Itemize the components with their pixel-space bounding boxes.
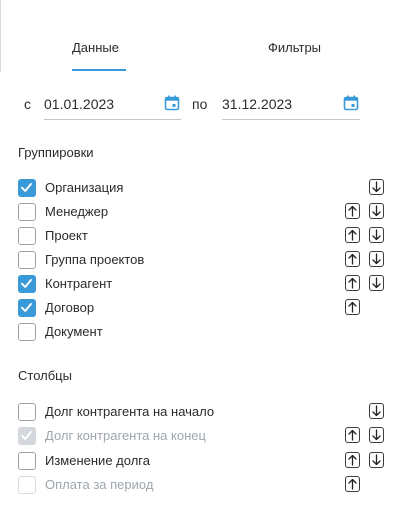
arrow-up-icon — [348, 478, 357, 490]
move-down-button[interactable] — [369, 403, 384, 419]
move-up-button[interactable] — [345, 203, 360, 219]
columns-title: Столбцы — [18, 368, 72, 383]
check-icon — [21, 431, 32, 441]
checkbox[interactable] — [18, 179, 36, 197]
item-label: Договор — [45, 300, 95, 315]
check-icon — [21, 183, 32, 192]
check-icon — [21, 279, 32, 288]
calendar-icon[interactable] — [164, 95, 180, 111]
arrow-down-icon — [372, 405, 381, 417]
date-to-value: 31.12.2023 — [222, 96, 293, 112]
list-item[interactable]: Контрагент — [18, 274, 388, 294]
move-down-button[interactable] — [369, 275, 384, 291]
date-range: с 01.01.2023 по 31.12.2023 — [0, 94, 400, 120]
move-down-button[interactable] — [369, 427, 384, 444]
list-item[interactable]: Долг контрагента на начало — [18, 402, 388, 422]
calendar-icon[interactable] — [343, 95, 359, 111]
move-up-button[interactable] — [345, 299, 360, 315]
checkbox[interactable] — [18, 275, 36, 293]
tab-filters[interactable]: Фильтры — [268, 40, 321, 72]
tab-data[interactable]: Данные — [72, 40, 119, 72]
date-to-field[interactable]: 31.12.2023 — [222, 94, 360, 120]
move-up-button[interactable] — [345, 227, 360, 243]
arrow-up-icon — [348, 430, 357, 441]
list-item[interactable]: Проект — [18, 226, 388, 246]
active-tab-indicator — [72, 69, 126, 71]
list-item[interactable]: Изменение долга — [18, 451, 388, 471]
list-item[interactable]: Документ — [18, 322, 388, 342]
date-from-prefix: с — [24, 96, 31, 112]
move-up-button[interactable] — [345, 427, 360, 444]
list-item[interactable]: Организация — [18, 178, 388, 198]
list-item[interactable]: Группа проектов — [18, 250, 388, 270]
item-label: Изменение долга — [45, 452, 150, 468]
checkbox[interactable] — [18, 451, 36, 470]
move-down-button[interactable] — [369, 251, 384, 267]
list-item[interactable]: Договор — [18, 298, 388, 318]
arrow-up-icon — [348, 277, 357, 289]
item-label: Организация — [45, 180, 124, 195]
item-label: Долг контрагента на конец — [45, 428, 206, 444]
move-down-button[interactable] — [369, 227, 384, 243]
groupings-title: Группировки — [18, 145, 94, 160]
arrow-down-icon — [372, 277, 381, 289]
arrow-up-icon — [348, 205, 357, 217]
checkbox[interactable] — [18, 323, 36, 341]
item-label: Долг контрагента на начало — [45, 404, 215, 419]
arrow-up-icon — [348, 253, 357, 265]
move-up-button[interactable] — [345, 275, 360, 291]
checkbox — [18, 475, 36, 494]
date-to-prefix: по — [192, 96, 208, 112]
arrow-down-icon — [372, 205, 381, 217]
checkbox — [18, 427, 36, 446]
check-icon — [21, 303, 32, 312]
item-label: Группа проектов — [45, 252, 145, 267]
arrow-up-icon — [348, 229, 357, 241]
checkbox[interactable] — [18, 299, 36, 317]
item-label: Менеджер — [45, 204, 109, 219]
list-item: Оплата за период — [18, 475, 388, 495]
move-down-button[interactable] — [369, 451, 384, 468]
checkbox[interactable] — [18, 403, 36, 421]
checkbox[interactable] — [18, 227, 36, 245]
arrow-down-icon — [372, 429, 381, 441]
item-label: Документ — [45, 324, 103, 339]
item-label: Оплата за период — [45, 476, 154, 492]
move-down-button[interactable] — [369, 203, 384, 219]
item-label: Контрагент — [45, 276, 113, 291]
arrow-up-icon — [348, 454, 357, 466]
list-item: Долг контрагента на конец — [18, 426, 388, 446]
arrow-up-icon — [348, 301, 357, 313]
move-up-button[interactable] — [345, 251, 360, 267]
move-up-button[interactable] — [345, 451, 360, 468]
arrow-down-icon — [372, 181, 381, 193]
arrow-down-icon — [372, 453, 381, 465]
arrow-down-icon — [372, 229, 381, 241]
date-from-value: 01.01.2023 — [44, 96, 115, 112]
arrow-down-icon — [372, 253, 381, 265]
checkbox[interactable] — [18, 251, 36, 269]
list-item[interactable]: Менеджер — [18, 202, 388, 222]
move-up-button[interactable] — [345, 475, 360, 492]
date-from-field[interactable]: 01.01.2023 — [44, 94, 181, 120]
item-label: Проект — [45, 228, 88, 243]
tab-bar: Данные Фильтры — [0, 40, 400, 72]
checkbox[interactable] — [18, 203, 36, 221]
move-down-button[interactable] — [369, 179, 384, 195]
